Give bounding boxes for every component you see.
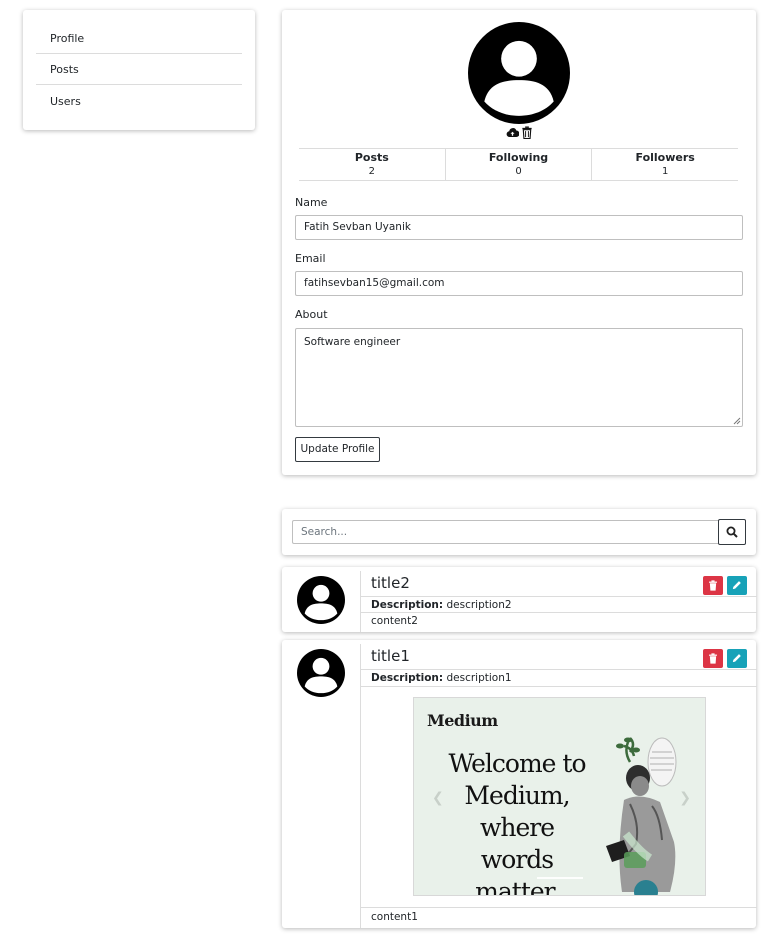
cloud-upload-icon[interactable] bbox=[506, 124, 520, 137]
delete-post-button[interactable] bbox=[703, 649, 723, 668]
post-description: Description: description2 bbox=[371, 598, 512, 612]
email-label: Email bbox=[295, 252, 326, 265]
description-text: description1 bbox=[446, 672, 512, 684]
stat-followers: Followers 1 bbox=[592, 149, 738, 180]
about-text: Software engineer bbox=[304, 336, 401, 348]
about-label: About bbox=[295, 308, 328, 321]
about-textarea[interactable]: Software engineer bbox=[295, 328, 743, 427]
person-illustration bbox=[606, 737, 677, 895]
pencil-icon bbox=[732, 654, 741, 663]
search-input[interactable]: Search... bbox=[292, 520, 719, 544]
stat-posts: Posts 2 bbox=[299, 149, 446, 180]
description-text: description2 bbox=[446, 599, 512, 611]
update-profile-button[interactable]: Update Profile bbox=[295, 437, 380, 462]
search-bar: Search... bbox=[282, 509, 756, 555]
edit-post-button[interactable] bbox=[727, 649, 747, 668]
post-description: Description: description1 bbox=[371, 671, 512, 685]
edit-post-button[interactable] bbox=[727, 576, 747, 595]
sidebar-item-users[interactable]: Users bbox=[36, 86, 242, 117]
post-image-carousel[interactable]: Medium Welcome to Medium, where words ma… bbox=[413, 697, 706, 896]
trash-icon bbox=[709, 653, 717, 664]
user-avatar-icon bbox=[468, 22, 570, 124]
trash-icon bbox=[709, 580, 717, 591]
search-button[interactable] bbox=[718, 519, 746, 545]
chevron-left-icon[interactable]: ❮ bbox=[432, 790, 444, 806]
post-body: title1 Description: description1 Medium … bbox=[360, 644, 757, 928]
name-field[interactable]: Fatih Sevban Uyanik bbox=[295, 215, 743, 240]
pencil-icon bbox=[732, 581, 741, 590]
stat-value: 2 bbox=[368, 166, 376, 177]
trash-icon[interactable] bbox=[521, 124, 534, 140]
stat-label: Following bbox=[488, 151, 549, 164]
post-title: title1 bbox=[371, 647, 410, 665]
delete-post-button[interactable] bbox=[703, 576, 723, 595]
sidebar-nav: Profile Posts Users bbox=[23, 10, 255, 130]
name-label: Name bbox=[295, 196, 328, 209]
sidebar-item-profile[interactable]: Profile bbox=[36, 23, 242, 54]
description-label: Description: bbox=[371, 599, 444, 611]
user-avatar-icon bbox=[297, 649, 345, 697]
post-card: title2 Description: description2 content… bbox=[282, 567, 757, 632]
post-title: title2 bbox=[371, 574, 410, 592]
stat-label: Followers bbox=[635, 151, 695, 164]
carousel-indicator[interactable] bbox=[537, 877, 583, 879]
search-icon bbox=[726, 526, 738, 538]
stat-label: Posts bbox=[354, 151, 389, 164]
description-label: Description: bbox=[371, 672, 444, 684]
image-headline: Welcome to Medium, where words matter. bbox=[448, 749, 586, 896]
stat-value: 0 bbox=[515, 166, 522, 177]
post-content: content1 bbox=[371, 911, 418, 923]
user-avatar-icon bbox=[297, 576, 345, 624]
resize-grip-icon[interactable] bbox=[732, 416, 741, 425]
stat-following: Following 0 bbox=[446, 149, 593, 180]
sidebar-item-posts[interactable]: Posts bbox=[36, 54, 242, 85]
post-card: title1 Description: description1 Medium … bbox=[282, 640, 757, 928]
post-body: title2 Description: description2 content… bbox=[360, 571, 757, 632]
email-field[interactable]: fatihsevban15@gmail.com bbox=[295, 271, 743, 296]
stat-value: 1 bbox=[661, 166, 669, 177]
image-brand: Medium bbox=[427, 711, 498, 730]
profile-stats: Posts 2 Following 0 Followers 1 bbox=[299, 148, 738, 181]
profile-card: Posts 2 Following 0 Followers 1 Name Fat… bbox=[282, 10, 756, 475]
post-content: content2 bbox=[371, 615, 418, 627]
